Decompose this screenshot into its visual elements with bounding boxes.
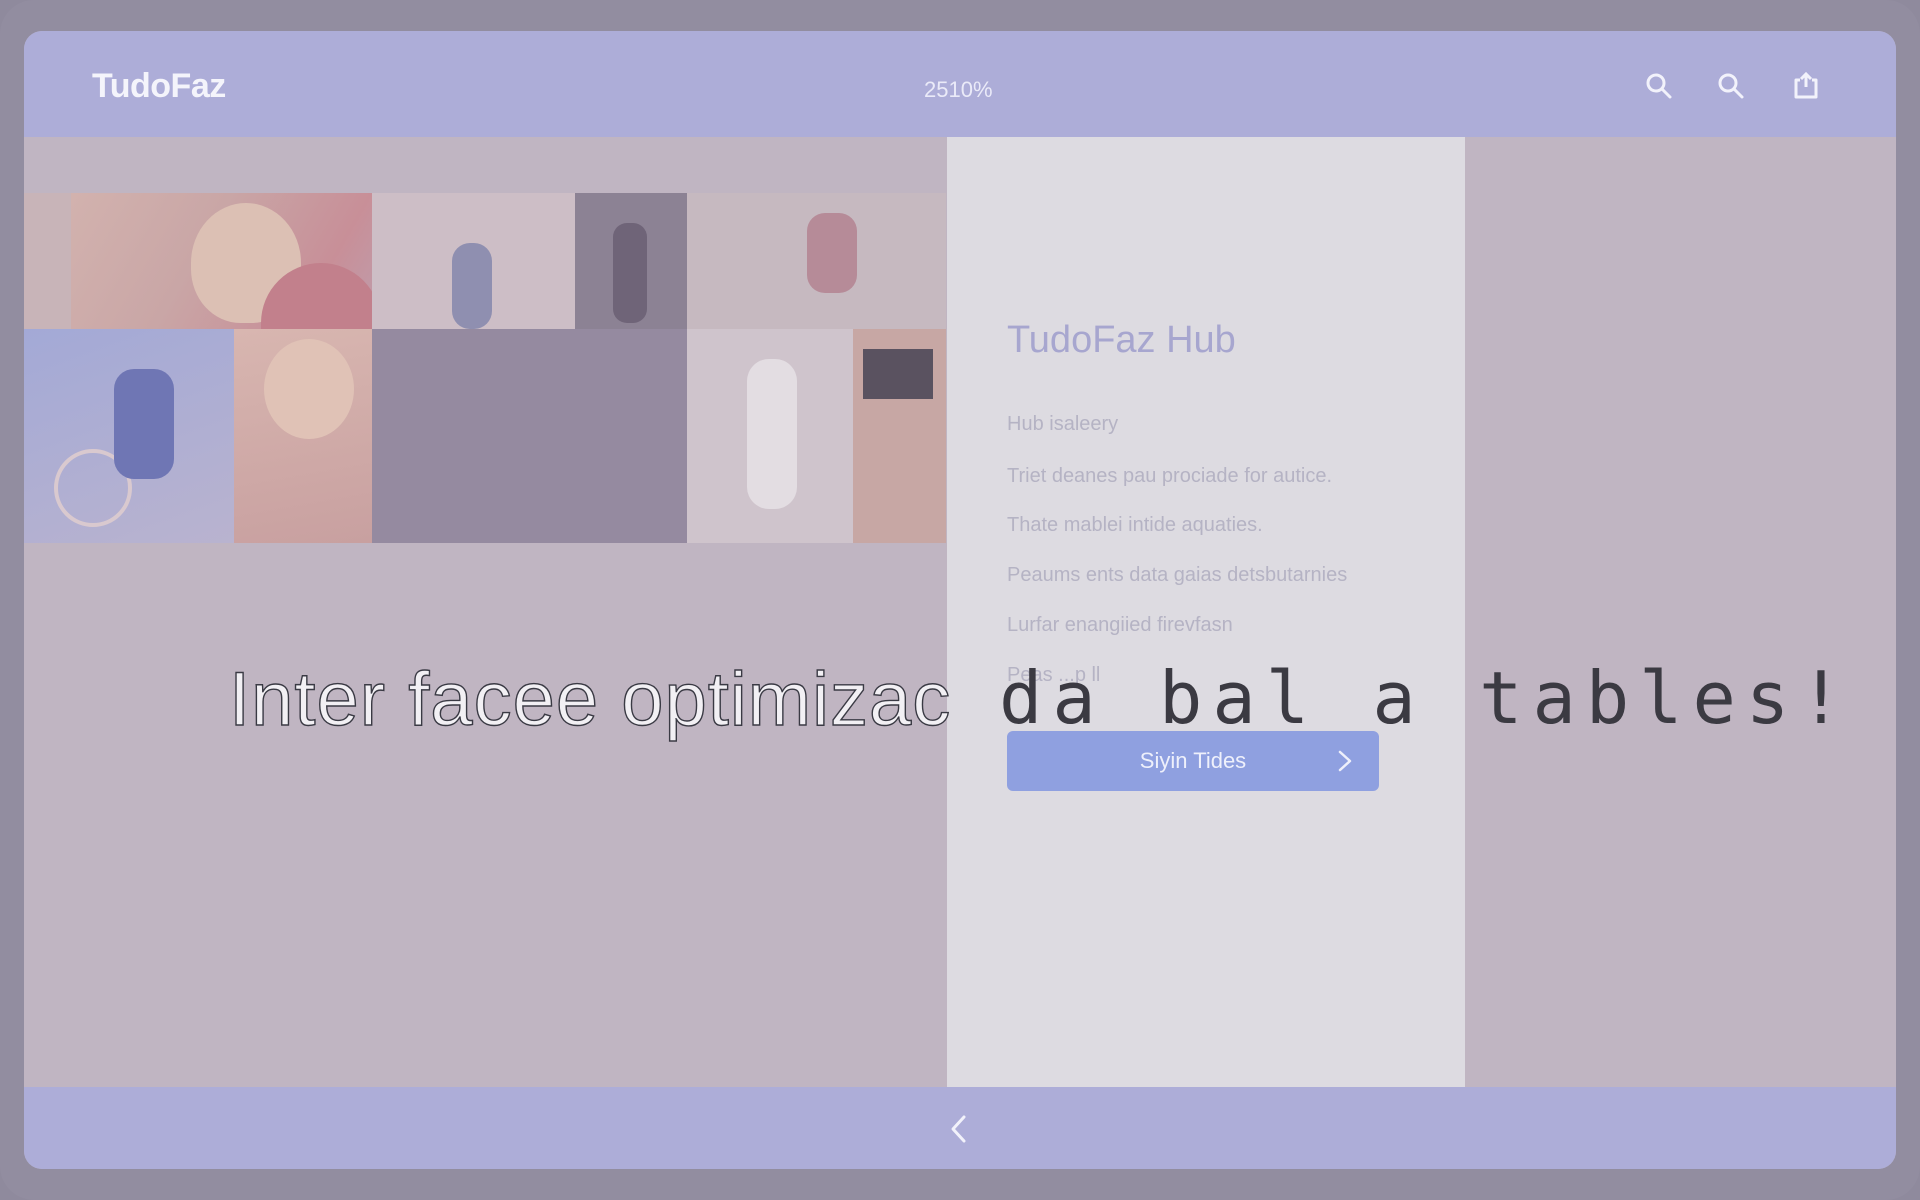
panel-line: Thate mablei intide aquaties. (1007, 514, 1263, 536)
panel-line: Triet deanes pau prociade for autice. (1007, 465, 1333, 487)
screen: TudoFaz 2510% TudoFaz Hub Hub isaleery T… (24, 31, 1896, 1169)
photo-tile (687, 193, 946, 329)
photo-tile (853, 329, 946, 543)
chevron-left-icon[interactable] (944, 1112, 974, 1146)
panel-line: Hub isaleery (1007, 413, 1119, 435)
photo-tile (372, 329, 687, 543)
photo-tile (71, 193, 393, 329)
photo-tile (24, 329, 234, 543)
photo-tile (687, 329, 853, 543)
zoom-level: 2510% (924, 77, 993, 102)
brand-logo[interactable]: TudoFaz (92, 67, 226, 106)
photo-figure (114, 369, 174, 479)
photo-figure (452, 243, 492, 329)
search-icon[interactable] (1716, 71, 1746, 101)
device-frame: TudoFaz 2510% TudoFaz Hub Hub isaleery T… (0, 0, 1920, 1200)
bottom-bar (24, 1087, 1896, 1169)
caption-part-1: Inter facee optimizac (228, 656, 952, 742)
hub-panel: TudoFaz Hub Hub isaleery Triet deanes pa… (947, 137, 1465, 1087)
caption-part-2: da bal a tables! (999, 656, 1853, 740)
photo-figure (264, 339, 354, 439)
photo-figure (747, 359, 797, 509)
siyin-tides-button[interactable]: Siyin Tides (1007, 731, 1379, 791)
share-icon[interactable] (1791, 71, 1821, 101)
photo-figure (863, 349, 933, 399)
photo-tile (24, 193, 71, 329)
panel-line: Lurfar enangiied firevfasn (1007, 614, 1233, 636)
photo-figure (613, 223, 647, 323)
photo-tile (372, 193, 575, 329)
top-bar: TudoFaz 2510% (24, 31, 1896, 137)
photo-collage (24, 193, 946, 543)
photo-figure (807, 213, 857, 293)
search-icon[interactable] (1644, 71, 1674, 101)
button-label: Siyin Tides (1139, 748, 1247, 773)
chevron-right-icon (1338, 750, 1352, 772)
photo-tile (234, 329, 372, 543)
photo-tile (575, 193, 687, 329)
panel-title: TudoFaz Hub (1007, 319, 1236, 361)
panel-line: Peaums ents data gaias detsbutarnies (1007, 564, 1348, 586)
